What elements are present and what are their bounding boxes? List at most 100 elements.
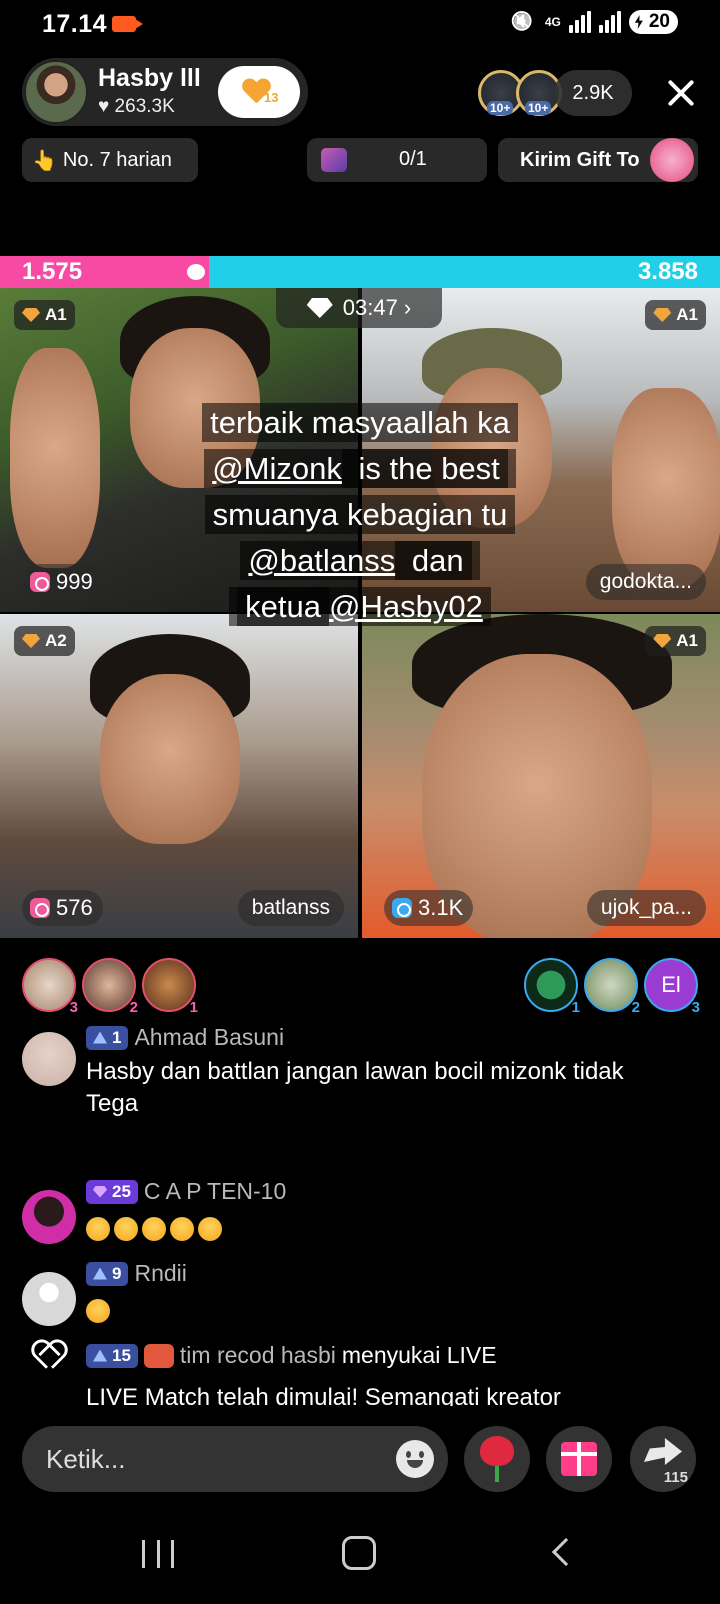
viewer-badge-label: 10+: [525, 101, 552, 115]
right-team-score: 3.858: [637, 258, 698, 285]
match-timer[interactable]: 03:47 ›: [276, 288, 442, 328]
close-icon[interactable]: [664, 76, 698, 110]
gifter-initials: El: [661, 972, 681, 997]
tier-label: A1: [45, 305, 67, 324]
goal-icon: [321, 148, 347, 172]
gift-icon: [561, 1442, 597, 1476]
signal-icon: [568, 11, 591, 33]
gift-thumbnail: [650, 138, 694, 182]
tile-score: 999: [22, 564, 103, 600]
status-bar: 17.14 4G 20: [0, 0, 720, 48]
match-timer-value: 03:47 ›: [342, 295, 412, 320]
level-badge: 9: [86, 1261, 129, 1286]
opponent-gifter-avatar[interactable]: 1: [524, 958, 580, 1016]
viewer-badge-label: 10+: [487, 101, 514, 115]
battle-divider-icon: [182, 260, 209, 284]
top-gifter-avatar[interactable]: 3: [22, 958, 78, 1016]
chat-avatar[interactable]: [22, 1272, 76, 1326]
share-count: 115: [663, 1469, 688, 1486]
top-gifter-avatar[interactable]: 1: [142, 958, 198, 1016]
opponent-gifter-avatar[interactable]: 2: [584, 958, 640, 1016]
chat-username[interactable]: Ahmad Basuni: [134, 1024, 284, 1051]
chat-avatar[interactable]: [22, 1032, 76, 1086]
caption-mention[interactable]: @Mizonk: [212, 451, 342, 486]
emoji-picker-icon[interactable]: [396, 1440, 434, 1478]
chat-username[interactable]: C A P TEN-10: [144, 1178, 286, 1205]
chat-username[interactable]: Rndii: [134, 1260, 186, 1287]
status-time: 17.14: [42, 10, 108, 38]
hand-icon: 👆: [32, 149, 57, 172]
caption-line: smuanya kebagian tu: [204, 495, 516, 534]
chat-avatar[interactable]: [22, 1190, 76, 1244]
host-likes: ♥ 263.3K: [98, 96, 175, 117]
video-tile[interactable]: A1 3.1K ujok_pa...: [362, 614, 720, 938]
laughing-emoji-icon: [114, 1216, 138, 1241]
opponent-gifter-avatar[interactable]: El 3: [644, 958, 700, 1016]
follow-button[interactable]: 13: [218, 66, 300, 118]
chat-text: Hasby dan battlan jangan lawan bocil miz…: [86, 1058, 624, 1117]
tier-label: A1: [676, 305, 698, 324]
laughing-emoji-icon: [142, 1216, 166, 1241]
share-icon: [644, 1438, 682, 1465]
send-gift-label: Kirim Gift To: [520, 148, 640, 171]
home-icon[interactable]: [342, 1536, 376, 1570]
viewer-count[interactable]: 2.9K: [554, 70, 632, 116]
host-avatar[interactable]: [24, 60, 88, 124]
score-icon: [392, 898, 412, 918]
creator-name[interactable]: godokta...: [585, 564, 706, 600]
tier-badge: A2: [14, 626, 75, 656]
comment-input-wrapper[interactable]: [22, 1426, 448, 1492]
heart-outline-icon: [32, 1340, 62, 1368]
network-type: 4G: [544, 14, 561, 29]
share-button[interactable]: 115: [630, 1426, 696, 1492]
caption-line: @Mizonk is the best: [204, 449, 516, 488]
tier-label: A1: [676, 631, 698, 650]
level-badge: 15: [86, 1343, 138, 1368]
creator-name[interactable]: ujok_pa...: [586, 890, 706, 926]
recents-icon[interactable]: [142, 1540, 174, 1568]
level-badge: 25: [86, 1179, 138, 1204]
comment-caption: terbaik masyaallah ka @Mizonk is the bes…: [190, 400, 530, 630]
gifter-rank: 3: [69, 999, 78, 1016]
goal-chip[interactable]: 0/1: [307, 138, 487, 182]
caption-mention[interactable]: @batlanss: [248, 543, 395, 578]
top-gifter-avatar[interactable]: 2: [82, 958, 138, 1016]
caption-line: @batlanss dan: [240, 541, 480, 580]
comment-input[interactable]: [46, 1440, 386, 1478]
live-chat[interactable]: 1 Ahmad Basuni Hasby dan battlan jangan …: [0, 1020, 720, 1406]
daily-rank-chip[interactable]: 👆 No. 7 harian: [22, 138, 198, 182]
goal-progress: 0/1: [399, 148, 427, 170]
tile-score: 576: [22, 890, 103, 926]
host-info[interactable]: Hasby lll ♥ 263.3K 13: [22, 58, 308, 126]
send-gift-chip[interactable]: Kirim Gift To: [498, 138, 698, 182]
tile-score-value: 999: [56, 569, 93, 594]
tile-score: 3.1K: [384, 890, 474, 926]
laughing-emoji-icon: [170, 1216, 194, 1241]
laughing-emoji-icon: [86, 1216, 110, 1241]
gift-button[interactable]: [546, 1426, 612, 1492]
battery-indicator: 20: [628, 10, 678, 34]
host-name: Hasby lll: [98, 64, 201, 92]
chat-username[interactable]: tim recod hasbi: [180, 1342, 336, 1369]
laughing-emoji-icon: [198, 1216, 222, 1241]
chat-emojis: [86, 1294, 114, 1326]
mute-icon: [511, 11, 537, 33]
system-text: LIVE Match telah dimulai! Semangati krea…: [86, 1384, 561, 1406]
system-nav-bar: [0, 1520, 720, 1604]
tier-badge: A1: [645, 626, 706, 656]
rose-icon: [480, 1436, 514, 1482]
score-icon: [30, 572, 50, 592]
rose-gift-button[interactable]: [464, 1426, 530, 1492]
tile-score-value: 576: [56, 895, 93, 920]
status-icons: 4G 20: [511, 10, 678, 34]
tile-score-value: 3.1K: [418, 895, 464, 920]
tier-badge: A1: [645, 300, 706, 330]
gifter-rank: 2: [129, 999, 138, 1016]
follow-count: 13: [264, 90, 279, 105]
caption-line: terbaik masyaallah ka: [202, 403, 518, 442]
caption-mention[interactable]: @Hasby02: [329, 589, 483, 624]
creator-name[interactable]: batlanss: [237, 890, 344, 926]
back-icon[interactable]: [551, 1537, 581, 1567]
video-tile[interactable]: A2 576 batlanss: [0, 614, 358, 938]
gifter-rank: 1: [189, 999, 198, 1016]
